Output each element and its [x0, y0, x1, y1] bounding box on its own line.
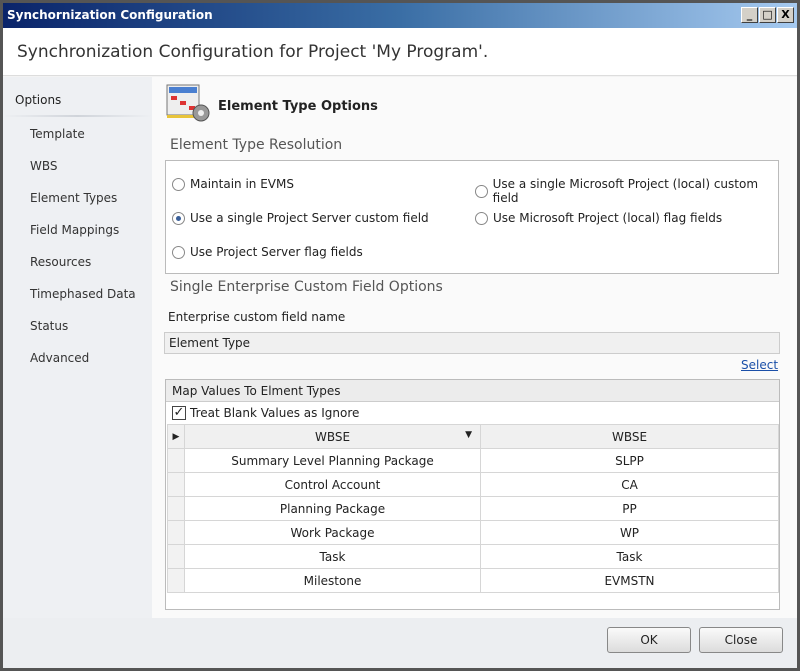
radio-ms-project-flag-fields[interactable]: Use Microsoft Project (local) flag field…	[475, 211, 722, 225]
cell-target[interactable]: WP	[480, 520, 779, 545]
cell-target[interactable]: EVMSTN	[480, 568, 779, 593]
radio-project-server-flag-fields[interactable]: Use Project Server flag fields	[172, 245, 363, 259]
radio-circle[interactable]	[475, 211, 488, 225]
radio-circle[interactable]	[172, 177, 185, 191]
radio-project-server-custom-field[interactable]: Use a single Project Server custom field	[172, 211, 429, 225]
radio-label: Use a single Microsoft Project (local) c…	[492, 177, 759, 205]
section-heading: Element Type Options	[218, 99, 378, 114]
dialog-window: Synchornization Configuration _ □ X Sync…	[0, 0, 800, 671]
radio-ms-project-custom-field[interactable]: Use a single Microsoft Project (local) c…	[475, 177, 778, 205]
table-row[interactable]: Milestone EVMSTN	[167, 568, 779, 593]
dropdown-arrow-icon[interactable]: ▼	[465, 430, 472, 440]
close-button[interactable]: Close	[699, 627, 783, 653]
checkbox-label: Treat Blank Values as Ignore	[190, 406, 360, 420]
main-panel: Element Type Options Element Type Resolu…	[152, 77, 797, 618]
sidebar-item-template[interactable]: Template	[30, 127, 85, 141]
table-header-row: ▶ WBSE ▼ WBSE	[167, 424, 779, 449]
select-link[interactable]: Select	[741, 358, 778, 372]
cell-target[interactable]: Task	[480, 544, 779, 569]
row-indicator	[167, 544, 185, 569]
cell-source[interactable]: Work Package	[184, 520, 481, 545]
ok-button[interactable]: OK	[607, 627, 691, 653]
radio-label: Maintain in EVMS	[190, 177, 294, 191]
sidebar-item-element-types[interactable]: Element Types	[30, 191, 117, 205]
resolution-title: Element Type Resolution	[170, 137, 343, 153]
sidebar-divider	[3, 115, 152, 117]
cell-target[interactable]: SLPP	[480, 448, 779, 473]
sidebar-item-wbs[interactable]: WBS	[30, 159, 58, 173]
radio-label: Use a single Project Server custom field	[190, 211, 429, 225]
sidebar-title: Options	[15, 93, 62, 107]
column-header-source[interactable]: WBSE ▼	[184, 424, 481, 449]
enterprise-options-title: Single Enterprise Custom Field Options	[170, 279, 443, 295]
table-row[interactable]: Task Task	[167, 544, 779, 569]
row-indicator-icon: ▶	[167, 424, 185, 449]
close-window-button[interactable]: X	[777, 7, 794, 23]
sidebar-item-advanced[interactable]: Advanced	[30, 351, 89, 365]
row-indicator	[167, 496, 185, 521]
column-header-target[interactable]: WBSE	[480, 424, 779, 449]
window-title: Synchornization Configuration	[7, 8, 213, 22]
maximize-button[interactable]: □	[759, 7, 776, 23]
title-bar[interactable]: Synchornization Configuration _ □ X	[3, 3, 797, 28]
row-indicator	[167, 520, 185, 545]
sidebar: Options Template WBS Element Types Field…	[3, 77, 152, 618]
table-row[interactable]: Summary Level Planning Package SLPP	[167, 448, 779, 473]
dialog-header: Synchronization Configuration for Projec…	[3, 28, 797, 76]
table-row[interactable]: Planning Package PP	[167, 496, 779, 521]
element-types-gear-icon	[166, 84, 210, 122]
row-indicator	[167, 568, 185, 593]
radio-maintain-evms[interactable]: Maintain in EVMS	[172, 177, 294, 191]
enterprise-field-input[interactable]: Element Type	[164, 332, 780, 354]
grid-title: Map Values To Elment Types	[166, 380, 779, 402]
field-name-label: Enterprise custom field name	[168, 310, 346, 324]
cell-source[interactable]: Summary Level Planning Package	[184, 448, 481, 473]
row-indicator	[167, 472, 185, 497]
table-row[interactable]: Control Account CA	[167, 472, 779, 497]
radio-label: Use Microsoft Project (local) flag field…	[493, 211, 723, 225]
resolution-options: Maintain in EVMS Use a single Project Se…	[165, 160, 779, 274]
checkbox-checked-icon[interactable]: ✓	[172, 406, 186, 420]
sidebar-item-resources[interactable]: Resources	[30, 255, 91, 269]
sidebar-item-timephased-data[interactable]: Timephased Data	[30, 287, 136, 301]
cell-source[interactable]: Task	[184, 544, 481, 569]
column-header-label: WBSE	[314, 429, 351, 444]
radio-label: Use Project Server flag fields	[190, 245, 363, 259]
cell-target[interactable]: PP	[480, 496, 779, 521]
table-row[interactable]: Work Package WP	[167, 520, 779, 545]
cell-target[interactable]: CA	[480, 472, 779, 497]
radio-circle-selected[interactable]	[172, 211, 185, 225]
radio-circle[interactable]	[475, 184, 488, 198]
dialog-footer: OK Close	[3, 618, 797, 668]
radio-circle[interactable]	[172, 245, 185, 259]
sidebar-item-status[interactable]: Status	[30, 319, 68, 333]
mapping-table: ▶ WBSE ▼ WBSE Summary Level Planning Pack…	[167, 424, 779, 593]
minimize-button[interactable]: _	[741, 7, 758, 23]
row-indicator	[167, 448, 185, 473]
cell-source[interactable]: Planning Package	[184, 496, 481, 521]
treat-blank-checkbox[interactable]: ✓ Treat Blank Values as Ignore	[166, 402, 779, 424]
sidebar-item-field-mappings[interactable]: Field Mappings	[30, 223, 119, 237]
cell-source[interactable]: Milestone	[184, 568, 481, 593]
cell-source[interactable]: Control Account	[184, 472, 481, 497]
mapping-grid: Map Values To Elment Types ✓ Treat Blank…	[165, 379, 780, 610]
